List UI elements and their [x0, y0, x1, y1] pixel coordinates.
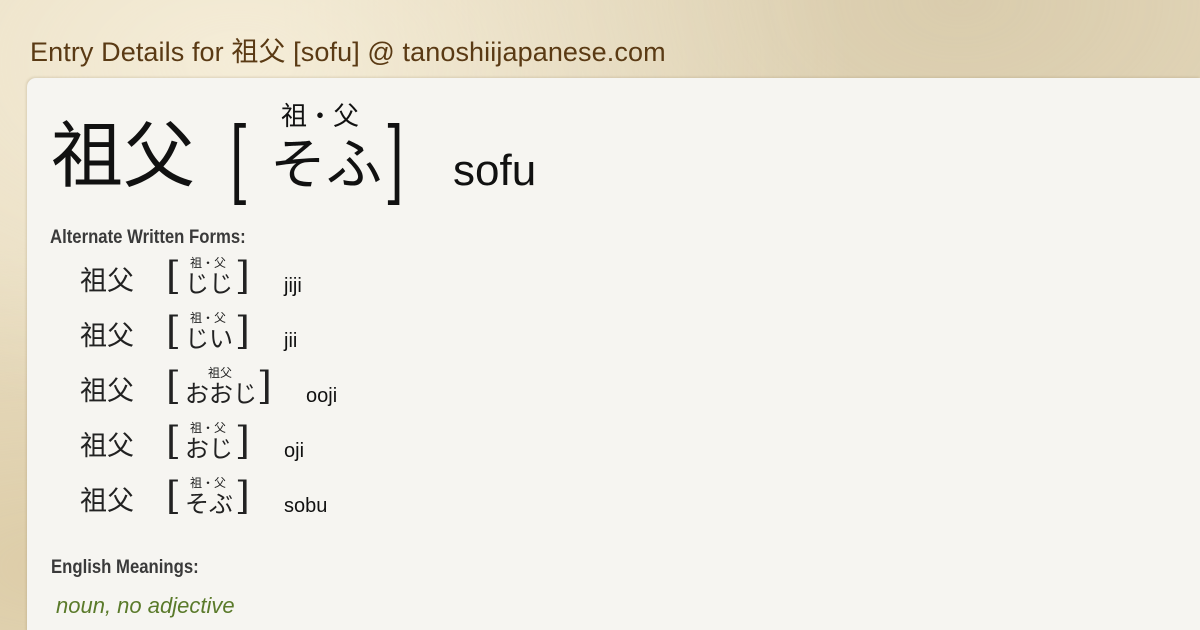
alternate-romaji: oji — [284, 440, 305, 462]
alternate-bracket-close: ] — [235, 474, 250, 518]
alternate-kana: おじ — [185, 435, 233, 463]
alternate-furigana: 祖父 — [208, 366, 233, 380]
entry-furigana: 祖・父 — [281, 102, 360, 132]
alternate-form-row: 祖父 [ 祖・父 じい ] jii — [27, 307, 627, 362]
alternate-kanji: 祖父 — [80, 321, 134, 352]
alternate-romaji: jiji — [284, 275, 302, 297]
alternate-form-row: 祖父 [ 祖・父 じじ ] jiji — [27, 252, 627, 307]
alternate-furigana: 祖・父 — [190, 476, 227, 490]
alternate-kanji: 祖父 — [80, 266, 134, 297]
entry-romaji: sofu — [453, 146, 537, 195]
alternate-bracket-open: [ — [166, 309, 181, 353]
alternate-kana: じい — [185, 325, 233, 353]
alternate-bracket-open: [ — [166, 364, 181, 408]
alternate-kana: じじ — [185, 270, 233, 298]
alternate-furigana: 祖・父 — [190, 256, 227, 270]
entry-bracket-close: ] — [384, 108, 404, 215]
alternate-romaji: sobu — [284, 495, 328, 517]
entry-kana: そふ — [270, 133, 382, 198]
alternate-bracket-close: ] — [235, 309, 250, 353]
alternate-bracket-open: [ — [166, 419, 181, 463]
english-meanings-heading: English Meanings: — [51, 557, 199, 578]
alternate-furigana: 祖・父 — [190, 311, 227, 325]
entry-kanji: 祖父 — [51, 114, 196, 198]
alternate-kana: おおじ — [185, 380, 257, 408]
alternate-bracket-close: ] — [235, 419, 250, 463]
alternate-form-row: 祖父 [ 祖・父 そぶ ] sobu — [27, 472, 627, 527]
alternate-forms-heading: Alternate Written Forms: — [50, 227, 246, 248]
alternate-romaji: jii — [284, 330, 298, 352]
entry-bracket-open: [ — [230, 108, 250, 215]
alternate-furigana: 祖・父 — [190, 421, 227, 435]
alternate-bracket-close: ] — [257, 364, 272, 408]
alternate-romaji: ooji — [306, 385, 338, 407]
entry-panel: 祖父 [ 祖・父 そふ ] sofu Alternate Written For… — [27, 78, 1200, 630]
alternate-bracket-open: [ — [166, 474, 181, 518]
alternate-kanji: 祖父 — [80, 431, 134, 462]
alternate-bracket-open: [ — [166, 254, 181, 298]
alternate-kanji: 祖父 — [80, 486, 134, 517]
page-title: Entry Details for 祖父 [sofu] @ tanoshiija… — [30, 37, 666, 67]
alternate-kanji: 祖父 — [80, 376, 134, 407]
alternate-bracket-close: ] — [235, 254, 250, 298]
part-of-speech: noun, no adjective — [56, 593, 235, 618]
alternate-kana: そぶ — [185, 490, 233, 518]
alternate-form-row: 祖父 [ 祖・父 おじ ] oji — [27, 417, 627, 472]
alternate-form-row: 祖父 [ 祖父 おおじ ] ooji — [27, 362, 627, 417]
